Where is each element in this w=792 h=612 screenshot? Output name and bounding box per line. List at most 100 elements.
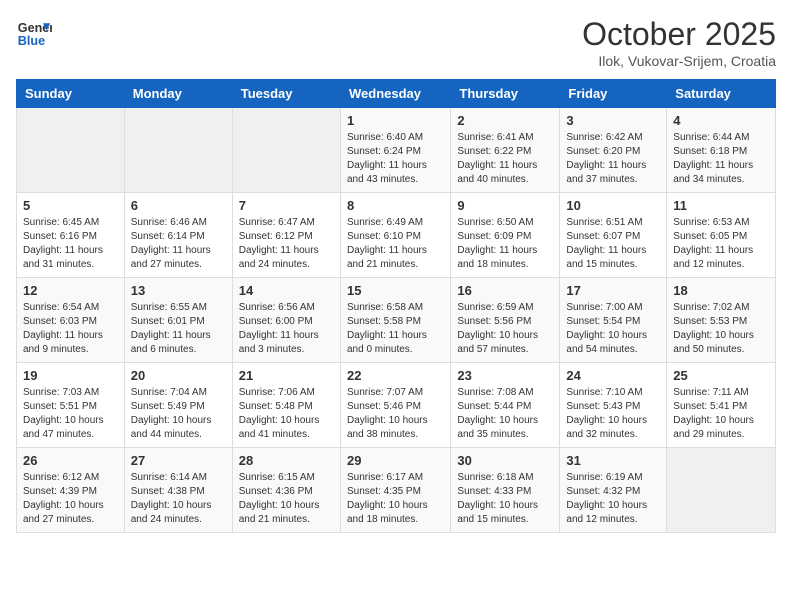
calendar-cell: 24Sunrise: 7:10 AM Sunset: 5:43 PM Dayli… [560,363,667,448]
day-number: 11 [673,198,769,213]
day-number: 22 [347,368,444,383]
day-number: 6 [131,198,226,213]
calendar-cell: 26 Sunrise: 6:12 AM Sunset: 4:39 PM Dayli… [17,448,125,533]
calendar-cell: 22 Sunrise: 7:07 AM Sunset: 5:46 PM Dayli… [340,363,450,448]
day-number: 23 [457,368,553,383]
day-info: Sunrise: 6:49 AM Sunset: 6:10 PM Dayligh… [347,216,444,272]
calendar-week-1: 1 Sunrise: 6:40 AM Sunset: 6:24 PM Daylig… [17,108,776,193]
day-info: Sunrise: 7:07 AM Sunset: 5:46 PM Dayligh… [347,386,444,442]
day-number: 20 [131,368,226,383]
calendar-cell: 10 Sunrise: 6:51 AM Sunset: 6:07 PM Dayli… [560,193,667,278]
calendar-cell: 1 Sunrise: 6:40 AM Sunset: 6:24 PM Daylig… [340,108,450,193]
day-number: 27 [131,453,226,468]
day-number: 15 [347,283,444,298]
month-title: October 2025 [582,16,776,53]
calendar-cell: 5Sunrise: 6:45 AM Sunset: 6:16 PM Daylig… [17,193,125,278]
day-info: Sunrise: 6:14 AM Sunset: 4:38 PM Dayligh… [131,471,226,527]
calendar-table: SundayMondayTuesdayWednesdayThursdayFrid… [16,79,776,533]
day-number: 12 [23,283,118,298]
svg-text:Blue: Blue [18,34,45,48]
day-number: 17 [566,283,660,298]
day-info: Sunrise: 7:04 AM Sunset: 5:49 PM Dayligh… [131,386,226,442]
day-info: Sunrise: 6:50 AM Sunset: 6:09 PM Dayligh… [457,216,553,272]
calendar-cell: 20 Sunrise: 7:04 AM Sunset: 5:49 PM Dayli… [124,363,232,448]
calendar-cell [17,108,125,193]
weekday-header-sunday: Sunday [17,80,125,108]
day-info: Sunrise: 6:15 AM Sunset: 4:36 PM Dayligh… [239,471,334,527]
page-header: General Blue October 2025 Ilok, Vukovar-… [16,16,776,69]
weekday-header-thursday: Thursday [451,80,560,108]
calendar-cell: 31Sunrise: 6:19 AM Sunset: 4:32 PM Dayli… [560,448,667,533]
day-number: 1 [347,113,444,128]
calendar-cell: 3Sunrise: 6:42 AM Sunset: 6:20 PM Daylig… [560,108,667,193]
day-number: 13 [131,283,226,298]
day-info: Sunrise: 6:56 AM Sunset: 6:00 PM Dayligh… [239,301,334,357]
calendar-week-3: 12 Sunrise: 6:54 AM Sunset: 6:03 PM Dayli… [17,278,776,363]
day-number: 18 [673,283,769,298]
day-info: Sunrise: 6:17 AM Sunset: 4:35 PM Dayligh… [347,471,444,527]
calendar-cell: 17 Sunrise: 7:00 AM Sunset: 5:54 PM Dayli… [560,278,667,363]
calendar-cell: 25 Sunrise: 7:11 AM Sunset: 5:41 PM Dayli… [667,363,776,448]
day-info: Sunrise: 7:11 AM Sunset: 5:41 PM Dayligh… [673,386,769,442]
logo: General Blue [16,16,56,52]
calendar-cell: 16Sunrise: 6:59 AM Sunset: 5:56 PM Dayli… [451,278,560,363]
calendar-cell: 27 Sunrise: 6:14 AM Sunset: 4:38 PM Dayli… [124,448,232,533]
day-number: 19 [23,368,118,383]
day-number: 4 [673,113,769,128]
day-info: Sunrise: 6:40 AM Sunset: 6:24 PM Dayligh… [347,131,444,187]
day-number: 9 [457,198,553,213]
weekday-header-friday: Friday [560,80,667,108]
calendar-cell [124,108,232,193]
calendar-cell: 6 Sunrise: 6:46 AM Sunset: 6:14 PM Daylig… [124,193,232,278]
day-number: 10 [566,198,660,213]
day-info: Sunrise: 6:58 AM Sunset: 5:58 PM Dayligh… [347,301,444,357]
day-number: 2 [457,113,553,128]
day-info: Sunrise: 6:53 AM Sunset: 6:05 PM Dayligh… [673,216,769,272]
calendar-week-2: 5Sunrise: 6:45 AM Sunset: 6:16 PM Daylig… [17,193,776,278]
day-number: 26 [23,453,118,468]
day-info: Sunrise: 6:45 AM Sunset: 6:16 PM Dayligh… [23,216,118,272]
calendar-cell: 4 Sunrise: 6:44 AM Sunset: 6:18 PM Daylig… [667,108,776,193]
day-number: 14 [239,283,334,298]
calendar-cell: 18 Sunrise: 7:02 AM Sunset: 5:53 PM Dayli… [667,278,776,363]
calendar-cell: 12 Sunrise: 6:54 AM Sunset: 6:03 PM Dayli… [17,278,125,363]
calendar-cell: 19 Sunrise: 7:03 AM Sunset: 5:51 PM Dayli… [17,363,125,448]
calendar-cell: 2 Sunrise: 6:41 AM Sunset: 6:22 PM Daylig… [451,108,560,193]
day-info: Sunrise: 7:08 AM Sunset: 5:44 PM Dayligh… [457,386,553,442]
weekday-header-wednesday: Wednesday [340,80,450,108]
day-info: Sunrise: 6:46 AM Sunset: 6:14 PM Dayligh… [131,216,226,272]
calendar-cell [667,448,776,533]
day-info: Sunrise: 6:55 AM Sunset: 6:01 PM Dayligh… [131,301,226,357]
day-number: 30 [457,453,553,468]
day-number: 8 [347,198,444,213]
day-number: 31 [566,453,660,468]
weekday-header-monday: Monday [124,80,232,108]
calendar-cell: 8 Sunrise: 6:49 AM Sunset: 6:10 PM Daylig… [340,193,450,278]
day-info: Sunrise: 6:47 AM Sunset: 6:12 PM Dayligh… [239,216,334,272]
day-info: Sunrise: 7:02 AM Sunset: 5:53 PM Dayligh… [673,301,769,357]
day-number: 25 [673,368,769,383]
calendar-cell: 28 Sunrise: 6:15 AM Sunset: 4:36 PM Dayli… [232,448,340,533]
calendar-cell: 21 Sunrise: 7:06 AM Sunset: 5:48 PM Dayli… [232,363,340,448]
day-info: Sunrise: 7:06 AM Sunset: 5:48 PM Dayligh… [239,386,334,442]
day-number: 29 [347,453,444,468]
calendar-cell: 30Sunrise: 6:18 AM Sunset: 4:33 PM Dayli… [451,448,560,533]
day-info: Sunrise: 7:00 AM Sunset: 5:54 PM Dayligh… [566,301,660,357]
day-info: Sunrise: 6:59 AM Sunset: 5:56 PM Dayligh… [457,301,553,357]
calendar-cell: 23 Sunrise: 7:08 AM Sunset: 5:44 PM Dayli… [451,363,560,448]
day-info: Sunrise: 6:44 AM Sunset: 6:18 PM Dayligh… [673,131,769,187]
calendar-cell: 15 Sunrise: 6:58 AM Sunset: 5:58 PM Dayli… [340,278,450,363]
day-info: Sunrise: 7:03 AM Sunset: 5:51 PM Dayligh… [23,386,118,442]
day-number: 21 [239,368,334,383]
day-info: Sunrise: 6:51 AM Sunset: 6:07 PM Dayligh… [566,216,660,272]
day-info: Sunrise: 6:41 AM Sunset: 6:22 PM Dayligh… [457,131,553,187]
calendar-cell: 11 Sunrise: 6:53 AM Sunset: 6:05 PM Dayli… [667,193,776,278]
logo-icon: General Blue [16,16,52,52]
weekday-header-saturday: Saturday [667,80,776,108]
calendar-cell: 7Sunrise: 6:47 AM Sunset: 6:12 PM Daylig… [232,193,340,278]
day-info: Sunrise: 6:12 AM Sunset: 4:39 PM Dayligh… [23,471,118,527]
calendar-week-4: 19 Sunrise: 7:03 AM Sunset: 5:51 PM Dayli… [17,363,776,448]
day-info: Sunrise: 6:54 AM Sunset: 6:03 PM Dayligh… [23,301,118,357]
calendar-week-5: 26 Sunrise: 6:12 AM Sunset: 4:39 PM Dayli… [17,448,776,533]
day-number: 28 [239,453,334,468]
